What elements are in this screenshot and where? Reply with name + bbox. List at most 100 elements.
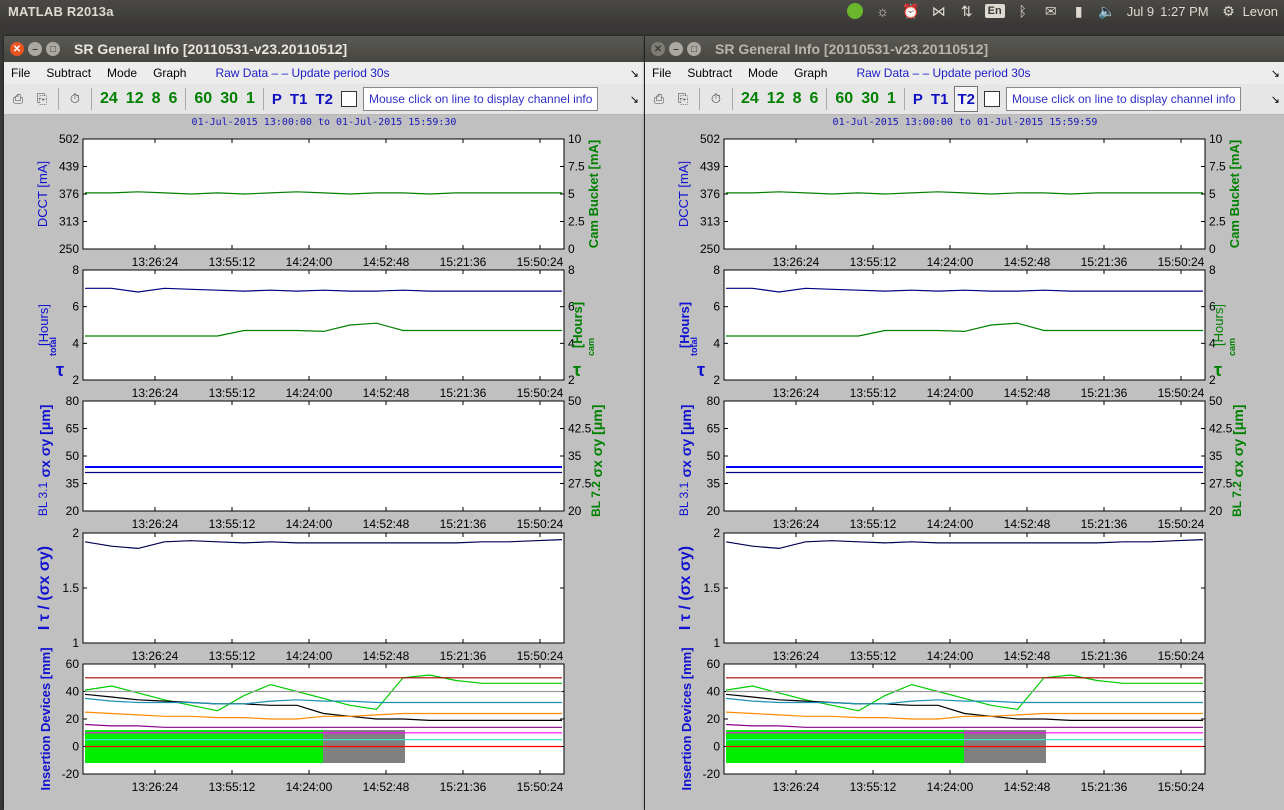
period-6-button[interactable]: 6 — [808, 87, 821, 111]
y2-tick-label: 2.5 — [1209, 215, 1226, 229]
x-tick-label: 14:24:00 — [927, 517, 974, 531]
menu-file[interactable]: File — [652, 66, 671, 80]
chart-panel-lifetime: 8642864213:26:24 13:55:12 14:24:00 14:52:48… — [36, 263, 596, 400]
period-24-button[interactable]: 24 — [98, 87, 120, 111]
lightbulb-icon[interactable]: ☼ — [869, 0, 897, 22]
plot-p-button[interactable]: P — [270, 87, 284, 111]
menu-mode[interactable]: Mode — [107, 66, 137, 80]
channel-info-checkbox[interactable] — [340, 91, 357, 107]
toolbar-separator — [699, 88, 700, 110]
plots-svg[interactable]: 502439376313250107.552.5013:26:24 13:55:1… — [4, 115, 644, 810]
channel-info-checkbox[interactable] — [983, 91, 1000, 107]
export-icon[interactable]: ⎘ — [32, 87, 52, 111]
refresh-30-button[interactable]: 30 — [218, 87, 240, 111]
mail-icon[interactable]: ✉ — [1037, 0, 1065, 22]
y2-tick-label: 10 — [568, 132, 582, 146]
y-axis-label: DCCT [mA] — [676, 161, 691, 227]
clock-time[interactable]: 1:27 PM — [1160, 4, 1214, 19]
print-icon[interactable]: ⎙ — [649, 87, 669, 111]
menu-graph[interactable]: Graph — [794, 66, 827, 80]
y-tick-label: 313 — [700, 215, 720, 229]
y2-tick-label: 50 — [568, 394, 582, 408]
stopwatch-icon[interactable]: ⏱ — [65, 87, 85, 111]
refresh-1-button[interactable]: 1 — [244, 87, 257, 111]
maximize-icon[interactable]: □ — [46, 42, 60, 56]
y-tick-label: 439 — [700, 160, 720, 174]
x-tick-label: 15:50:24 — [1158, 517, 1205, 531]
y-axis-label: DCCT [mA] — [35, 161, 50, 227]
refresh-60-button[interactable]: 60 — [833, 87, 855, 111]
x-tick-label: 13:55:12 — [850, 649, 897, 663]
tau-cam-subscript: cam — [586, 338, 596, 356]
chart-panel-ratio: 2 1.5 1 13:26:24 13:55:12 14:24:00 14:52:48 15:… — [677, 526, 1206, 663]
menu-subtract[interactable]: Subtract — [687, 66, 732, 80]
toolbar-separator — [58, 88, 59, 110]
battery-icon[interactable]: ▮ — [1065, 0, 1093, 22]
export-icon[interactable]: ⎘ — [673, 87, 693, 111]
plot-t2-button[interactable]: T2 — [313, 87, 335, 111]
gear-icon[interactable]: ⚙ — [1215, 0, 1243, 22]
bluetooth-icon[interactable]: ᛒ — [1009, 0, 1037, 22]
volume-icon[interactable]: 🔈 — [1093, 0, 1121, 22]
x-tick-label: 13:26:24 — [132, 780, 179, 794]
y-tick-label: 250 — [700, 242, 720, 256]
period-12-button[interactable]: 12 — [765, 87, 787, 111]
y2-tick-label: 8 — [568, 263, 575, 277]
y-axis-label: I τ / (σx σy) — [36, 546, 53, 630]
alarm-clock-icon[interactable]: ⏰ — [897, 0, 925, 22]
y-tick-label: 80 — [66, 394, 80, 408]
plot-t1-button[interactable]: T1 — [929, 87, 951, 111]
plots-svg[interactable]: 502439376313250107.552.5013:26:24 13:55:1… — [645, 115, 1284, 810]
plot-t2-button[interactable]: T2 — [954, 86, 978, 112]
toolbar-overflow-icon[interactable]: ↘ — [630, 93, 639, 106]
stopwatch-icon[interactable]: ⏱ — [706, 87, 726, 111]
toolbar-overflow-icon[interactable]: ↘ — [1271, 93, 1280, 106]
period-12-button[interactable]: 12 — [124, 87, 146, 111]
x-tick-label: 15:50:24 — [1158, 255, 1205, 269]
plot-frame — [82, 532, 565, 644]
x-tick-label: 14:24:00 — [286, 386, 333, 400]
y2-tick-label: 35 — [568, 449, 582, 463]
y-tick-label: 376 — [59, 187, 79, 201]
period-8-button[interactable]: 8 — [150, 87, 163, 111]
minimize-icon[interactable]: – — [669, 42, 683, 56]
plot-area: 01-Jul-2015 13:00:00 to 01-Jul-2015 15:5… — [4, 115, 644, 810]
menu-mode[interactable]: Mode — [748, 66, 778, 80]
menu-file[interactable]: File — [11, 66, 30, 80]
x-tick-label: 13:55:12 — [209, 517, 256, 531]
user-name[interactable]: Levon — [1243, 4, 1284, 19]
plot-t1-button[interactable]: T1 — [288, 87, 310, 111]
close-icon[interactable]: ✕ — [651, 42, 665, 56]
chart-panel-beamsize: 80655035205042.53527.52013:26:24 13:55:12… — [36, 394, 605, 531]
x-tick-label: 13:55:12 — [209, 780, 256, 794]
spotify-icon[interactable] — [841, 0, 869, 22]
y2-axis-label: σx σy [μm] — [589, 405, 605, 478]
close-icon[interactable]: ✕ — [10, 42, 24, 56]
refresh-60-button[interactable]: 60 — [192, 87, 214, 111]
period-6-button[interactable]: 6 — [167, 87, 180, 111]
menu-subtract[interactable]: Subtract — [46, 66, 91, 80]
y2-axis-label: [Hours] — [1211, 304, 1226, 346]
menu-overflow-icon[interactable]: ↘ — [630, 67, 639, 80]
keyboard-lang-icon[interactable]: En — [981, 0, 1009, 22]
period-24-button[interactable]: 24 — [739, 87, 761, 111]
y-tick-label: 60 — [707, 657, 721, 671]
y-tick-label: 250 — [59, 242, 79, 256]
clock-date[interactable]: Jul 9 — [1121, 4, 1160, 19]
y-tick-label: 2 — [713, 373, 720, 387]
window-titlebar[interactable]: ✕ – □ SR General Info [20110531-v23.2011… — [645, 36, 1284, 62]
window-titlebar[interactable]: ✕ – □ SR General Info [20110531-v23.2011… — [4, 36, 644, 62]
plot-frame — [82, 138, 565, 250]
menu-graph[interactable]: Graph — [153, 66, 186, 80]
maximize-icon[interactable]: □ — [687, 42, 701, 56]
period-8-button[interactable]: 8 — [791, 87, 804, 111]
x-tick-label: 15:50:24 — [517, 255, 564, 269]
refresh-30-button[interactable]: 30 — [859, 87, 881, 111]
menu-overflow-icon[interactable]: ↘ — [1271, 67, 1280, 80]
network-icon[interactable]: ⋈ — [925, 0, 953, 22]
minimize-icon[interactable]: – — [28, 42, 42, 56]
refresh-1-button[interactable]: 1 — [885, 87, 898, 111]
transfer-icon[interactable]: ⇅ — [953, 0, 981, 22]
print-icon[interactable]: ⎙ — [8, 87, 28, 111]
plot-p-button[interactable]: P — [911, 87, 925, 111]
